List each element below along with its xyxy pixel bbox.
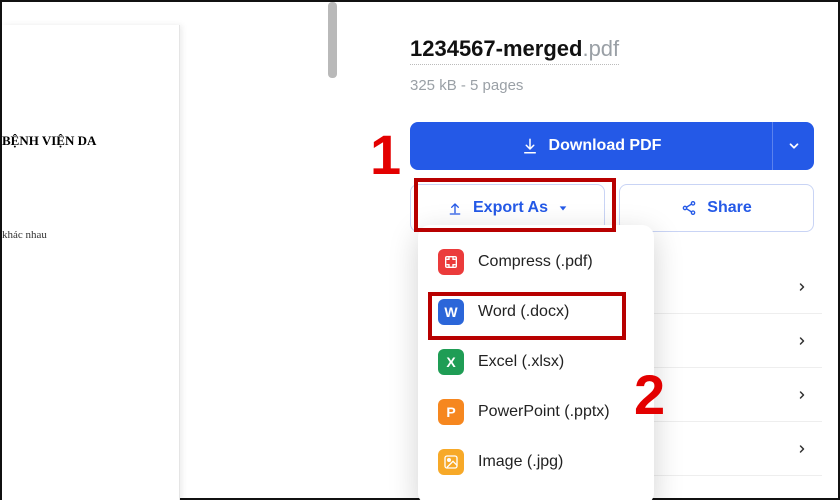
export-option-label: Image (.jpg) [478,453,563,471]
export-option-label: Word (.docx) [478,303,569,321]
chevron-right-icon [796,389,808,401]
export-option-image[interactable]: Image (.jpg) [418,437,654,487]
document-preview-pane: BỆNH VIỆN DA khác nhau [2,25,180,500]
export-option-label: Compress (.pdf) [478,253,593,271]
download-options-button[interactable] [772,122,814,170]
document-body-fragment: khác nhau [2,229,47,241]
export-option-compress[interactable]: Compress (.pdf) [418,237,654,287]
file-extension: .pdf [582,36,619,61]
word-icon: W [438,299,464,325]
share-button[interactable]: Share [619,184,814,232]
upload-icon [447,200,463,216]
chevron-right-icon [796,443,808,455]
download-icon [521,137,539,155]
share-label: Share [707,199,751,217]
export-option-label: Excel (.xlsx) [478,353,564,371]
file-info-panel: 1234567-merged.pdf 325 kB - 5 pages Down… [410,36,830,232]
chevron-right-icon [796,335,808,347]
chevron-right-icon [796,281,808,293]
share-icon [681,200,697,216]
image-icon [438,449,464,475]
compress-icon [438,249,464,275]
export-as-label: Export As [473,199,548,217]
excel-icon: X [438,349,464,375]
export-option-label: PowerPoint (.pptx) [478,403,610,421]
file-name-wrap[interactable]: 1234567-merged.pdf [410,36,619,65]
download-row: Download PDF [410,122,814,170]
chevron-down-icon [787,139,801,153]
export-as-menu: Compress (.pdf) W Word (.docx) X Excel (… [418,225,654,500]
export-option-excel[interactable]: X Excel (.xlsx) [418,337,654,387]
powerpoint-icon: P [438,399,464,425]
annotation-step-1: 1 [370,122,401,187]
preview-scrollbar[interactable] [328,2,337,78]
document-heading-fragment: BỆNH VIỆN DA [2,133,96,149]
file-name: 1234567-merged [410,36,582,61]
export-option-powerpoint[interactable]: P PowerPoint (.pptx) [418,387,654,437]
download-pdf-label: Download PDF [549,137,662,155]
export-option-word[interactable]: W Word (.docx) [418,287,654,337]
file-meta: 325 kB - 5 pages [410,77,830,94]
download-pdf-button[interactable]: Download PDF [410,122,772,170]
app-frame: BỆNH VIỆN DA khác nhau 1234567-merged.pd… [0,0,840,500]
caret-down-icon [558,203,568,213]
